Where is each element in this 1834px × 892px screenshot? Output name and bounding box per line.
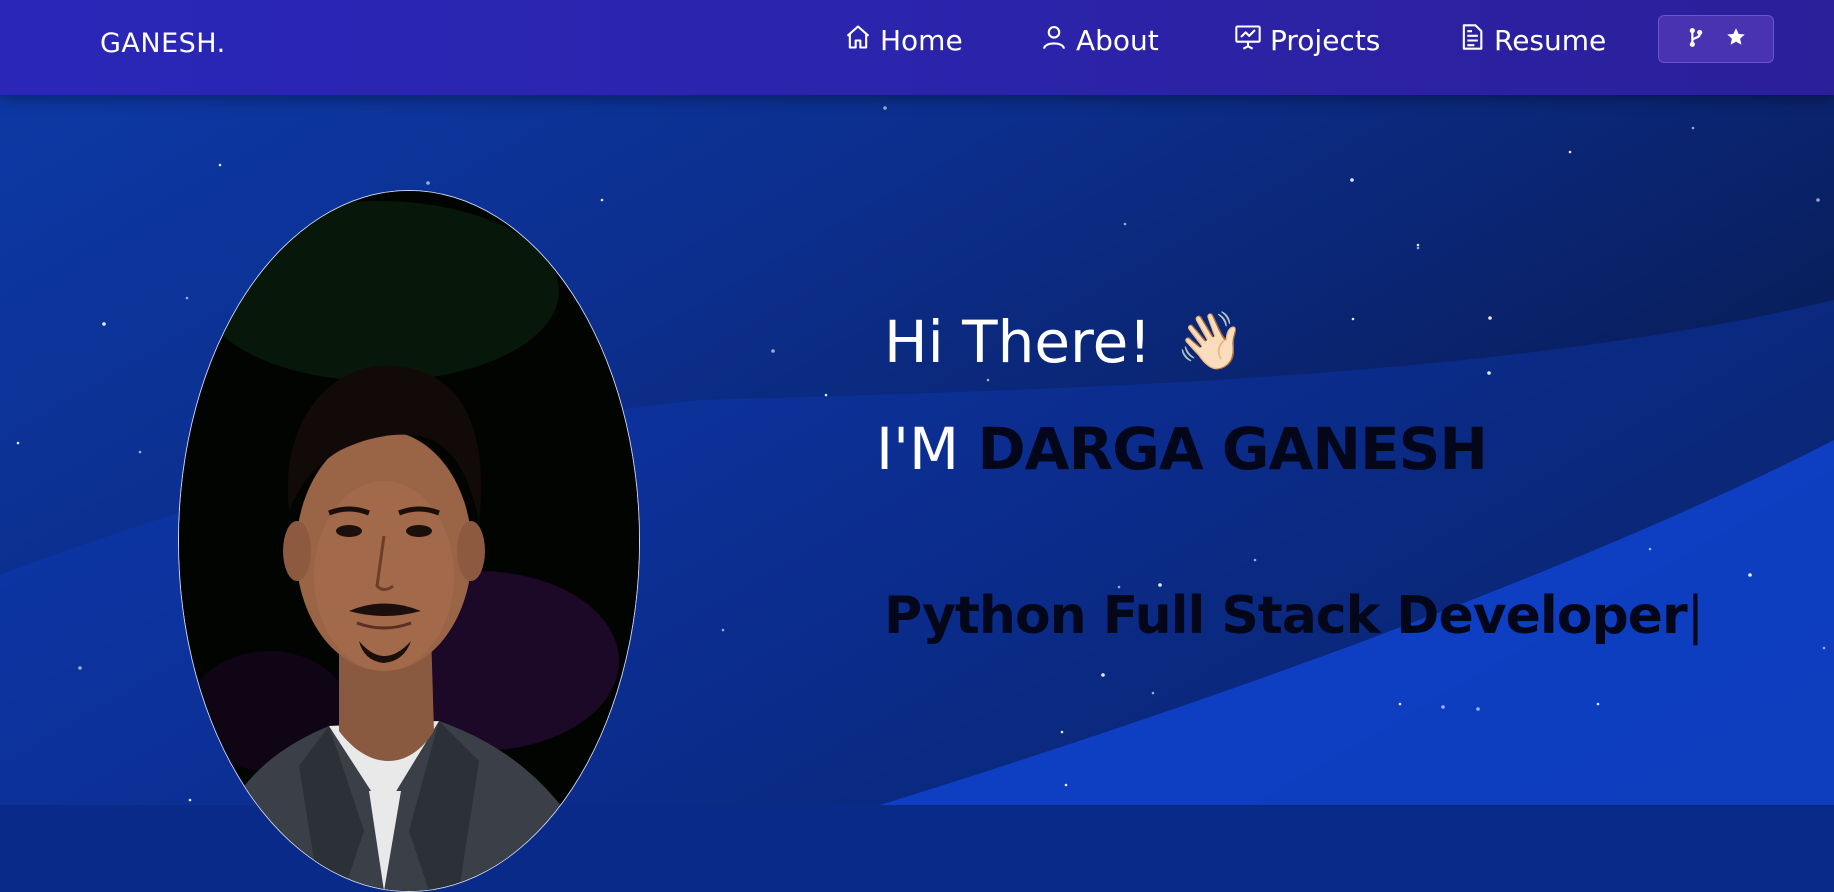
- star-dot: [883, 106, 887, 110]
- star-dot: [721, 628, 725, 632]
- star-dot: [824, 393, 828, 397]
- nav-home-label: Home: [880, 23, 963, 57]
- star-dot: [1060, 730, 1064, 734]
- star-dot: [1648, 547, 1652, 551]
- nav-projects-label: Projects: [1270, 23, 1381, 57]
- user-icon: [1040, 23, 1068, 58]
- document-icon: [1458, 23, 1486, 58]
- star-dot: [1488, 316, 1492, 320]
- star-dot: [1123, 222, 1127, 226]
- star-dot: [78, 666, 82, 670]
- navbar: GANESH. Home About Projects Resume: [0, 0, 1834, 95]
- star-dot: [1253, 558, 1257, 562]
- hero-intro: I'M DARGA GANESH: [876, 415, 1488, 483]
- star-dot: [1691, 126, 1695, 130]
- star-dot: [16, 441, 20, 445]
- typewriter-cursor: |: [1686, 586, 1705, 646]
- nav-about-label: About: [1076, 23, 1159, 57]
- star-dot: [1064, 783, 1068, 787]
- greeting-text: Hi There!: [884, 308, 1152, 376]
- github-repo-button[interactable]: [1658, 15, 1774, 63]
- star-dot: [426, 181, 430, 185]
- star-dot: [771, 349, 775, 353]
- star-dot: [1398, 702, 1402, 706]
- intro-prefix: I'M: [876, 415, 960, 483]
- star-dot: [1568, 150, 1572, 154]
- star-dot: [1822, 646, 1826, 650]
- nav-about[interactable]: About: [1040, 20, 1159, 60]
- nav-home[interactable]: Home: [844, 20, 963, 60]
- star-dot: [1748, 573, 1752, 577]
- star-dot: [1441, 705, 1445, 709]
- star-dot: [1487, 371, 1491, 375]
- star-dot: [1151, 691, 1155, 695]
- waving-hand-icon: 👋🏻: [1175, 309, 1246, 374]
- star-dot: [1416, 246, 1420, 250]
- home-icon: [844, 23, 872, 58]
- star-dot: [138, 450, 142, 454]
- star-dot: [1596, 702, 1600, 706]
- hero-name: DARGA GANESH: [977, 415, 1488, 483]
- star-dot: [1101, 673, 1105, 677]
- nav-resume[interactable]: Resume: [1458, 20, 1606, 60]
- star-dot: [1476, 707, 1480, 711]
- star-icon: [1725, 26, 1747, 52]
- star-dot: [986, 378, 990, 382]
- profile-photo: [178, 190, 640, 892]
- nav-projects[interactable]: Projects: [1234, 20, 1380, 60]
- hero-role-typewriter: Python Full Stack Developer|: [884, 586, 1705, 646]
- nav-resume-label: Resume: [1494, 23, 1607, 57]
- fork-icon: [1685, 26, 1707, 52]
- presentation-icon: [1234, 23, 1262, 58]
- star-dot: [1816, 198, 1820, 202]
- star-dot: [218, 163, 222, 167]
- site-logo[interactable]: GANESH.: [100, 28, 226, 59]
- star-dot: [1416, 243, 1420, 247]
- role-text: Python Full Stack Developer: [884, 586, 1688, 646]
- hero-greeting: Hi There! 👋🏻: [884, 308, 1245, 376]
- star-dot: [102, 322, 106, 326]
- star-dot: [1351, 317, 1355, 321]
- star-dot: [1350, 178, 1354, 182]
